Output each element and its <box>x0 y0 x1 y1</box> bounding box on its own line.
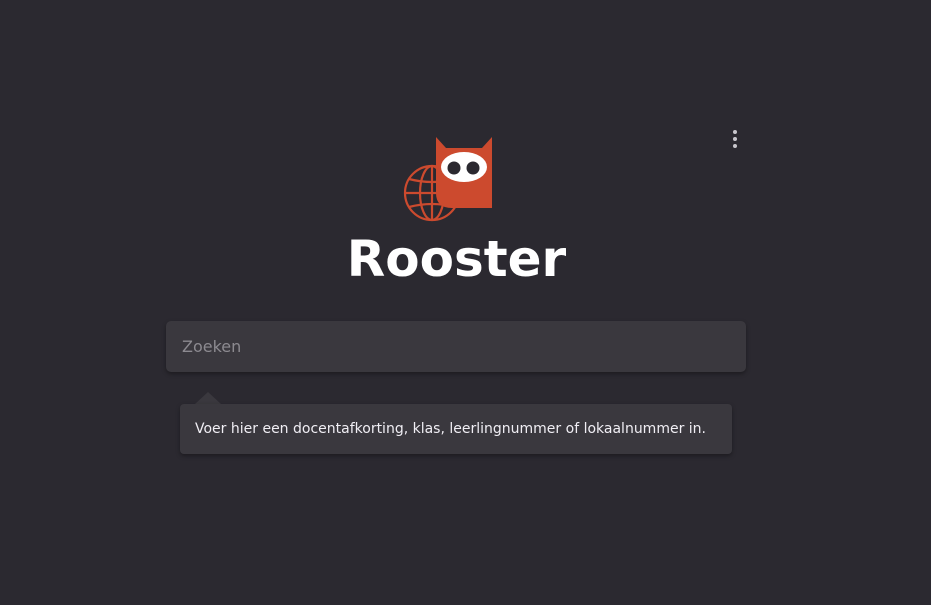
owl-logo-icon <box>403 137 492 222</box>
tooltip-text: Voer hier een docentafkorting, klas, lee… <box>195 421 706 437</box>
search-box <box>166 321 746 372</box>
search-hint-tooltip: Voer hier een docentafkorting, klas, lee… <box>180 404 732 454</box>
app-title: Rooster <box>346 230 567 288</box>
more-vertical-icon-dot <box>733 137 737 141</box>
more-options-button[interactable] <box>723 125 747 153</box>
tooltip-arrow <box>195 392 221 404</box>
more-vertical-icon <box>733 130 737 134</box>
search-input[interactable] <box>166 321 746 372</box>
page: Rooster Voer hier een docentafkorting, k… <box>0 0 931 605</box>
more-vertical-icon-dot <box>733 144 737 148</box>
